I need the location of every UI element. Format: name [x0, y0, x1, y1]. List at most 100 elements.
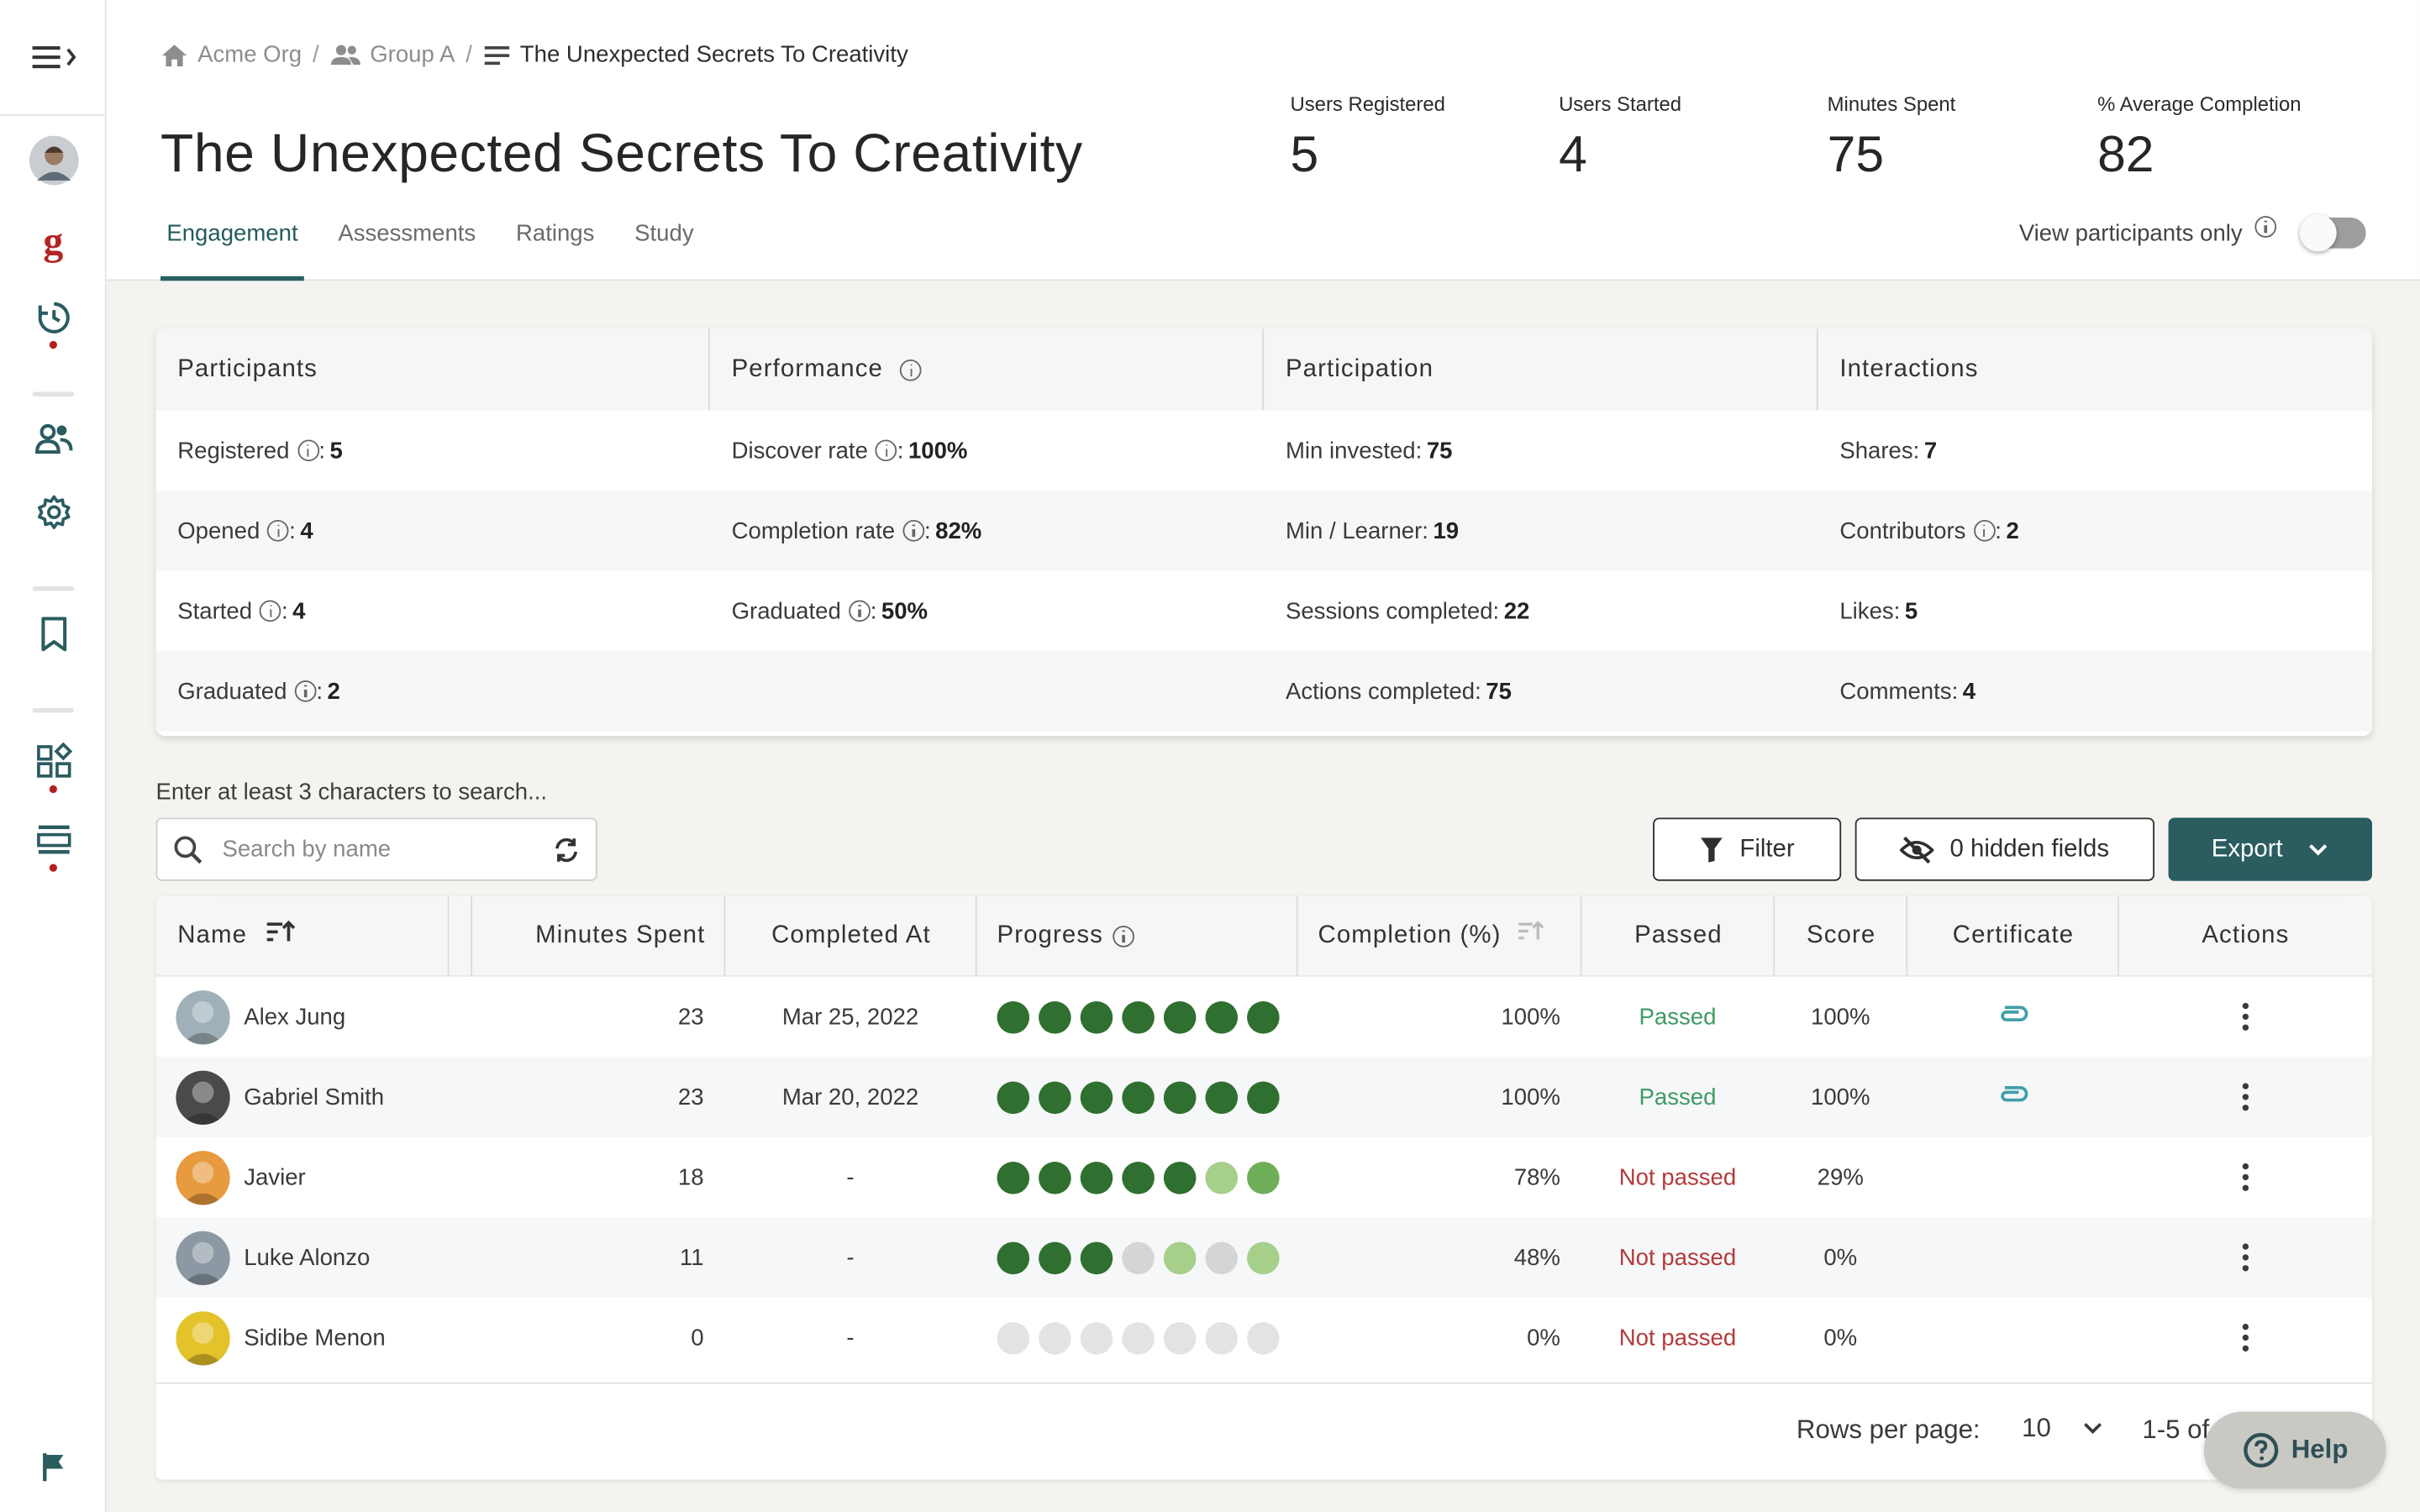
sort-icon[interactable]: [1517, 919, 1544, 942]
search-input[interactable]: [222, 836, 531, 863]
sidebar-user-avatar[interactable]: [0, 135, 107, 186]
summary-metric: Sessions completed: 22: [1264, 598, 1818, 624]
info-icon[interactable]: [902, 519, 924, 542]
info-icon[interactable]: [1973, 519, 1996, 542]
sidebar-item-flag[interactable]: [0, 1450, 107, 1483]
notification-dot: [49, 340, 57, 349]
metric-value: 4: [1962, 678, 1976, 705]
metric-separator: :: [1475, 678, 1481, 705]
info-icon[interactable]: [876, 439, 897, 462]
minutes-cell: 11: [471, 1217, 704, 1298]
column-header-name[interactable]: Name: [177, 896, 297, 977]
stat-label: Minutes Spent: [1827, 92, 1956, 116]
completion-cell: 48%: [1297, 1217, 1560, 1298]
sidebar-brand-logo[interactable]: g: [0, 218, 107, 265]
table-row[interactable]: Gabriel Smith 23 Mar 20, 2022 100% Passed 100…: [155, 1057, 2373, 1137]
breadcrumb-item-org[interactable]: Acme Org: [160, 42, 302, 68]
column-header-score[interactable]: Score: [1773, 896, 1907, 977]
completed-at-cell: Mar 25, 2022: [723, 977, 976, 1058]
row-actions-menu[interactable]: [2118, 1217, 2372, 1298]
row-actions-menu[interactable]: [2118, 1137, 2372, 1218]
brand-g-icon: g: [43, 218, 64, 265]
table-row[interactable]: Alex Jung 23 Mar 25, 2022 100% Passed 100%: [156, 977, 2373, 1058]
column-header-minutes[interactable]: Minutes Spent: [471, 896, 725, 977]
menu-toggle[interactable]: [0, 0, 107, 116]
table-pagination: Rows per page: 10 1-5 of: [155, 1382, 2373, 1480]
column-header-certificate[interactable]: Certificate: [1906, 896, 2118, 977]
table-row[interactable]: Luke Alonzo 11 - 48% Not passed 0%: [155, 1217, 2373, 1298]
info-icon[interactable]: [297, 439, 319, 462]
row-actions-menu[interactable]: [2118, 1057, 2372, 1137]
score-cell: 100%: [1773, 1057, 1907, 1137]
breadcrumb-item-group[interactable]: Group A: [329, 42, 455, 68]
metric-separator: :: [289, 517, 296, 544]
participant-name: Javier: [244, 1163, 306, 1191]
minutes-value: 18: [677, 1163, 704, 1191]
sidebar-item-history[interactable]: [0, 299, 107, 336]
info-icon[interactable]: [848, 600, 871, 622]
certificate-link-icon[interactable]: [1994, 1003, 2031, 1031]
certificate-link-icon[interactable]: [1994, 1083, 2031, 1110]
column-label: Progress: [997, 922, 1103, 949]
info-icon[interactable]: [900, 359, 922, 381]
tab-ratings[interactable]: Ratings: [510, 216, 601, 281]
tab-study[interactable]: Study: [629, 216, 700, 281]
tab-assessments[interactable]: Assessments: [332, 216, 482, 281]
progress-step-dot: [997, 1321, 1030, 1354]
metric-value: 19: [1433, 517, 1460, 544]
hidden-fields-button[interactable]: 0 hidden fields: [1854, 817, 2155, 881]
participant-name: Sidibe Menon: [244, 1324, 386, 1352]
passed-cell: Passed: [1581, 977, 1775, 1058]
sidebar-item-bookmarks[interactable]: [0, 616, 107, 653]
summary-row: Graduated: 2 Actions completed: 75 Comment…: [155, 651, 2373, 732]
breadcrumb-item-current: The Unexpected Secrets To Creativity: [483, 42, 908, 68]
stat-value: 4: [1559, 124, 1587, 182]
pagination-range: 1-5 of: [2142, 1415, 2210, 1445]
table-row[interactable]: Javier 18 - 78% Not passed 29%: [156, 1137, 2373, 1218]
info-icon[interactable]: [2254, 216, 2277, 238]
minutes-value: 0: [691, 1324, 704, 1352]
sidebar-item-widgets[interactable]: [0, 742, 107, 779]
column-header-progress[interactable]: Progress: [975, 896, 1298, 977]
row-actions-menu[interactable]: [2118, 977, 2372, 1058]
progress-cell: [997, 977, 1280, 1058]
info-icon[interactable]: [294, 680, 317, 702]
table-row[interactable]: Sidibe Menon 0 - 0% Not passed 0%: [156, 1298, 2373, 1378]
sidebar-item-people[interactable]: [0, 421, 107, 454]
filter-button[interactable]: Filter: [1653, 817, 1842, 881]
minutes-value: 11: [679, 1244, 704, 1271]
info-icon[interactable]: [267, 519, 290, 542]
progress-step-dot: [997, 1080, 1030, 1114]
breadcrumb: Acme Org / Group A / The Unexpected Secr…: [160, 42, 908, 68]
participant-cell: Javier: [176, 1137, 306, 1218]
passed-cell: Not passed: [1581, 1298, 1775, 1378]
refresh-icon[interactable]: [553, 836, 581, 864]
metric-value: 4: [292, 597, 306, 624]
stat-label: Users Started: [1559, 92, 1682, 116]
column-header-completed-at[interactable]: Completed At: [723, 896, 976, 977]
summary-metric: Contributors: 2: [1818, 517, 2372, 543]
export-button[interactable]: Export: [2168, 817, 2373, 881]
help-button[interactable]: Help: [2203, 1411, 2386, 1489]
info-icon[interactable]: [1112, 926, 1134, 948]
stat-value: 82: [2097, 124, 2154, 182]
completed-at-value: -: [846, 1244, 855, 1271]
sort-ascending-icon[interactable]: [266, 920, 297, 944]
score-value: 29%: [1817, 1163, 1864, 1191]
info-icon[interactable]: [260, 600, 281, 622]
column-header-completion[interactable]: Completion (%): [1296, 896, 1582, 977]
sidebar-item-settings[interactable]: [0, 494, 107, 531]
passed-cell: Not passed: [1581, 1137, 1775, 1218]
progress-dots: [997, 1080, 1280, 1114]
column-header-passed[interactable]: Passed: [1580, 896, 1775, 977]
completion-cell: 100%: [1297, 977, 1560, 1058]
sidebar-item-list[interactable]: [0, 822, 107, 856]
tab-engagement[interactable]: Engagement: [160, 216, 304, 281]
participants-only-toggle[interactable]: [2299, 214, 2366, 252]
certificate-cell: [1906, 977, 2118, 1058]
row-actions-menu[interactable]: [2118, 1298, 2372, 1378]
progress-step-dot: [1122, 1321, 1155, 1354]
score-cell: 29%: [1773, 1137, 1907, 1218]
progress-step-dot: [1205, 1161, 1239, 1194]
rows-per-page-select[interactable]: 10: [2022, 1409, 2103, 1449]
